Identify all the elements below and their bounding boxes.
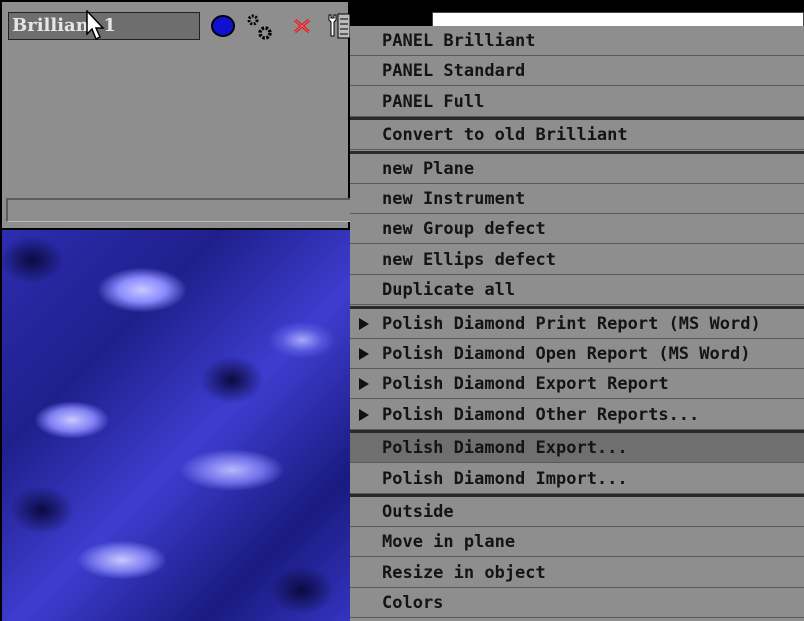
menu-item-label: PANEL Full <box>382 91 485 112</box>
menu-item-label: new Ellips defect <box>382 249 556 270</box>
menu-item[interactable]: Polish Diamond Other Reports... <box>350 400 804 430</box>
menu-item[interactable]: Outside <box>350 497 804 527</box>
menu-item[interactable]: new Plane <box>350 154 804 184</box>
menu-item[interactable]: new Ellips defect <box>350 245 804 275</box>
texture-viewport[interactable] <box>2 230 350 621</box>
red-x-icon[interactable] <box>290 12 314 40</box>
menu-item[interactable]: Polish Diamond Print Report (MS Word) <box>350 309 804 339</box>
menu-item-label: new Instrument <box>382 189 526 209</box>
menu-item[interactable]: PANEL Standard <box>350 56 804 87</box>
menu-item-label: Polish Diamond Print Report (MS Word) <box>382 313 761 334</box>
blue-circle-icon[interactable] <box>210 12 236 40</box>
submenu-arrow-icon <box>359 317 369 330</box>
wrench-icon[interactable] <box>324 12 351 40</box>
menu-item[interactable]: Colors <box>350 588 804 619</box>
context-menu: PANEL Brilliant PANEL Standard PANEL Full C… <box>350 26 804 621</box>
menu-item[interactable]: Move in plane <box>350 527 804 558</box>
menu-item[interactable]: Resize in object <box>350 558 804 588</box>
menu-item[interactable]: Polish Diamond Import... <box>350 464 804 494</box>
mouse-cursor-icon <box>86 9 108 42</box>
status-field <box>6 198 350 222</box>
menu-item-label: Polish Diamond Export Report <box>382 374 669 395</box>
menu-item-label: Polish Diamond Open Report (MS Word) <box>382 344 751 364</box>
submenu-arrow-icon <box>359 408 369 421</box>
menu-item-label: new Group defect <box>382 219 546 240</box>
menu-item-label: Outside <box>382 502 454 522</box>
menu-item[interactable]: Polish Diamond Open Report (MS Word) <box>350 339 804 369</box>
submenu-arrow-icon <box>359 378 369 391</box>
menu-item-label: Polish Diamond Other Reports... <box>382 404 700 425</box>
menu-item-label: Resize in object <box>382 562 546 583</box>
menu-item-label: Duplicate all <box>382 280 516 301</box>
menu-item-label: PANEL Standard <box>382 61 526 82</box>
menu-item[interactable]: PANEL Brilliant <box>350 26 804 56</box>
menu-item-label: Colors <box>382 593 444 614</box>
menu-item-label: Move in plane <box>382 532 516 553</box>
menu-item[interactable]: Polish Diamond Export Report <box>350 369 804 400</box>
menu-item[interactable]: Convert to old Brilliant <box>350 120 804 151</box>
menu-item-label: Convert to old Brilliant <box>382 125 628 146</box>
submenu-arrow-icon <box>359 348 369 360</box>
menu-item-label: Polish Diamond Export... <box>382 438 628 459</box>
menu-item-label: PANEL Brilliant <box>382 31 536 51</box>
menu-item[interactable]: PANEL Full <box>350 87 804 117</box>
gears-icon[interactable] <box>244 12 276 40</box>
menu-item[interactable]: Polish Diamond Export... <box>350 433 804 464</box>
menu-item[interactable]: new Group defect <box>350 214 804 245</box>
menu-item-label: Polish Diamond Import... <box>382 468 628 489</box>
menu-item[interactable]: Duplicate all <box>350 275 804 306</box>
menu-item-label: new Plane <box>382 158 475 179</box>
dots-icon[interactable] <box>356 12 406 26</box>
menu-item[interactable]: new Instrument <box>350 184 804 214</box>
